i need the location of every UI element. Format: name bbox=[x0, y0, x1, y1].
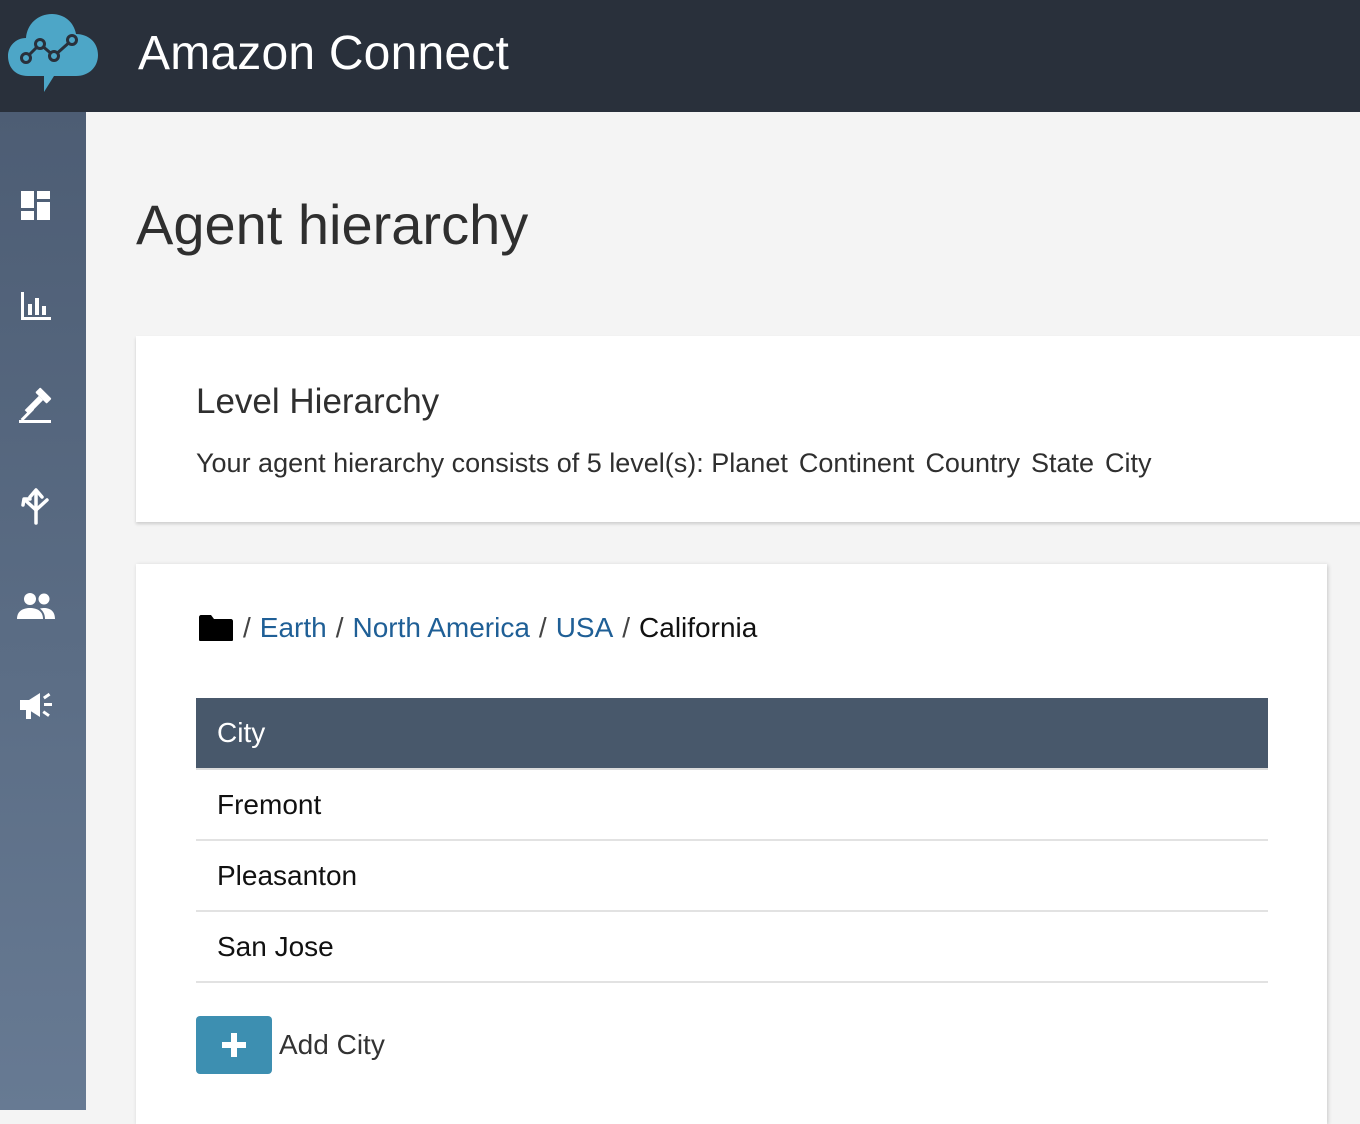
level-hierarchy-title: Level Hierarchy bbox=[196, 382, 440, 421]
city-table: City Fremont Pleasanton San Jose bbox=[196, 698, 1268, 983]
dashboard-icon[interactable] bbox=[14, 184, 58, 228]
breadcrumb-separator: / bbox=[243, 612, 251, 643]
breadcrumb: / Earth / North America / USA / Californ… bbox=[198, 608, 757, 648]
level-hierarchy-card: Level Hierarchy Your agent hierarchy con… bbox=[136, 336, 1360, 522]
breadcrumb-current: California bbox=[639, 612, 758, 643]
plus-icon bbox=[222, 1033, 246, 1057]
sidebar bbox=[0, 112, 86, 1110]
add-city-label[interactable]: Add City bbox=[279, 1029, 385, 1061]
routing-gavel-icon[interactable] bbox=[14, 384, 58, 428]
top-navigation-bar: Amazon Connect bbox=[0, 0, 1360, 112]
add-city-control: Add City bbox=[196, 1016, 385, 1074]
main-content: Agent hierarchy Level Hierarchy Your age… bbox=[86, 112, 1360, 1124]
level-hierarchy-description: Your agent hierarchy consists of 5 level… bbox=[196, 446, 1163, 480]
folder-icon[interactable] bbox=[198, 614, 234, 642]
app-title: Amazon Connect bbox=[138, 27, 510, 80]
campaigns-megaphone-icon[interactable] bbox=[14, 684, 58, 728]
breadcrumb-link-usa[interactable]: USA bbox=[556, 612, 614, 644]
breadcrumb-link-north-america[interactable]: North America bbox=[353, 612, 530, 644]
table-header: City bbox=[196, 698, 1268, 770]
level-name: State bbox=[1030, 448, 1095, 478]
breadcrumb-separator: / bbox=[538, 612, 547, 643]
flows-arrows-icon[interactable] bbox=[14, 484, 58, 528]
metrics-chart-icon[interactable] bbox=[14, 284, 58, 328]
users-icon[interactable] bbox=[14, 584, 58, 628]
page-title: Agent hierarchy bbox=[136, 193, 529, 256]
level-name: City bbox=[1105, 448, 1152, 478]
table-row[interactable]: Fremont bbox=[196, 770, 1268, 841]
table-row[interactable]: San Jose bbox=[196, 912, 1268, 983]
hierarchy-browser-card: / Earth / North America / USA / Californ… bbox=[136, 564, 1327, 1124]
breadcrumb-separator: / bbox=[335, 612, 344, 643]
add-city-button[interactable] bbox=[196, 1016, 272, 1074]
level-name: Continent bbox=[798, 448, 915, 478]
level-name: Country bbox=[925, 448, 1020, 478]
description-prefix: Your agent hierarchy consists of 5 level… bbox=[196, 448, 704, 478]
breadcrumb-separator: / bbox=[622, 612, 631, 643]
table-row[interactable]: Pleasanton bbox=[196, 841, 1268, 912]
level-name: Planet bbox=[711, 448, 788, 478]
breadcrumb-link-earth[interactable]: Earth bbox=[260, 612, 327, 644]
amazon-connect-logo-icon[interactable] bbox=[6, 10, 100, 94]
